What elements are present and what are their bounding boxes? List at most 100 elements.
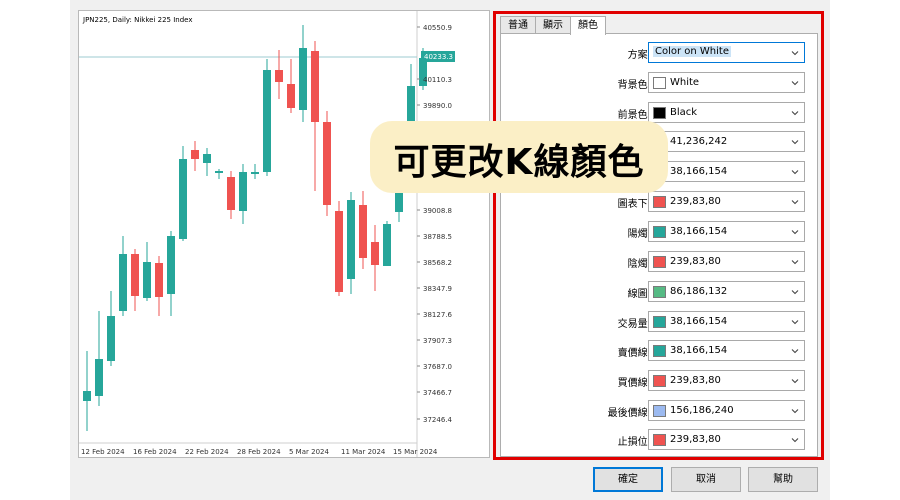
select-value: 86,186,132 <box>670 286 728 297</box>
date-tick-label: 15 Mar 2024 <box>393 448 438 456</box>
select-value: 38,166,154 <box>670 226 728 237</box>
price-chart[interactable]: JPN225, Daily: Nikkei 225 Index 40550.9 4… <box>78 10 490 458</box>
select-value: 38,166,154 <box>670 345 728 356</box>
current-price-tag-text: 40233.3 <box>424 53 453 61</box>
date-axis: 12 Feb 2024 16 Feb 2024 22 Feb 2024 28 Feb … <box>81 448 438 456</box>
bar-down-color-select[interactable]: 239,83,80 <box>648 191 805 212</box>
setting-row-last-price-line: 最後價線: 156,186,240 <box>501 400 819 422</box>
setting-row-volume: 交易量: 38,166,154 <box>501 311 819 333</box>
ok-button[interactable]: 確定 <box>593 467 663 492</box>
help-button[interactable]: 幫助 <box>748 467 818 492</box>
bear-candle <box>131 254 139 296</box>
scheme-select[interactable]: Color on White <box>648 42 805 63</box>
foreground-color-select[interactable]: Black <box>648 102 805 123</box>
select-value: Color on White <box>653 46 731 57</box>
background-color-select[interactable]: White <box>648 72 805 93</box>
color-swatch <box>653 286 666 298</box>
select-value: 239,83,80 <box>670 375 721 386</box>
price-tick-label: 37466.7 <box>423 389 452 397</box>
price-tick-label: 38788.5 <box>423 233 452 241</box>
price-tick-label: 38127.6 <box>423 311 452 319</box>
bull-candle <box>395 191 403 212</box>
chevron-down-icon <box>791 200 799 205</box>
chevron-down-icon <box>791 290 799 295</box>
select-value: 239,83,80 <box>670 434 721 445</box>
date-tick-label: 16 Feb 2024 <box>133 448 177 456</box>
color-swatch <box>653 434 666 446</box>
setting-label: 背景色: <box>617 80 651 91</box>
bid-line-color-select[interactable]: 38,166,154 <box>648 340 805 361</box>
date-tick-label: 11 Mar 2024 <box>341 448 386 456</box>
color-swatch <box>653 316 666 328</box>
color-swatch <box>653 405 666 417</box>
grid-color-select[interactable]: 41,236,242 <box>648 131 805 152</box>
tab-colors[interactable]: 顏色 <box>570 16 606 35</box>
date-tick-label: 28 Feb 2024 <box>237 448 281 456</box>
setting-label: 圖表下: <box>617 199 651 210</box>
setting-label: 最後價線: <box>607 408 651 419</box>
color-swatch <box>653 345 666 357</box>
color-swatch <box>653 226 666 238</box>
chart-title: JPN225, Daily: Nikkei 225 Index <box>82 16 193 24</box>
select-value: 239,83,80 <box>670 256 721 267</box>
bear-candle-color-select[interactable]: 239,83,80 <box>648 251 805 272</box>
bear-candle <box>275 70 283 82</box>
color-swatch <box>653 375 666 387</box>
candles-group <box>83 25 427 431</box>
bull-candle <box>143 262 151 298</box>
setting-label: 交易量: <box>617 319 651 330</box>
chevron-down-icon <box>791 140 799 145</box>
bull-candle <box>215 171 223 173</box>
bull-candle <box>347 200 355 279</box>
date-tick-label: 12 Feb 2024 <box>81 448 125 456</box>
bull-candle <box>383 224 391 266</box>
chevron-down-icon <box>791 260 799 265</box>
cancel-button[interactable]: 取消 <box>671 467 741 492</box>
select-value: 41,236,242 <box>670 136 728 147</box>
bear-candle <box>227 177 235 210</box>
bear-candle <box>191 150 199 159</box>
chevron-down-icon <box>791 379 799 384</box>
date-tick-label: 5 Mar 2024 <box>289 448 329 456</box>
tab-show[interactable]: 顯示 <box>535 16 571 34</box>
bear-candle <box>287 84 295 108</box>
bar-up-color-select[interactable]: 38,166,154 <box>648 161 805 182</box>
color-swatch <box>653 256 666 268</box>
price-tick-label: 37246.4 <box>423 416 452 424</box>
ask-line-color-select[interactable]: 239,83,80 <box>648 370 805 391</box>
bear-candle <box>155 263 163 297</box>
bull-candle <box>95 359 103 396</box>
bull-candle <box>167 236 175 294</box>
bull-candle <box>239 172 247 211</box>
bull-candle-color-select[interactable]: 38,166,154 <box>648 221 805 242</box>
select-value: 38,166,154 <box>670 166 728 177</box>
setting-label: 買價線: <box>617 378 651 389</box>
bear-candle <box>359 205 367 258</box>
bull-candle <box>179 159 187 239</box>
chevron-down-icon <box>791 230 799 235</box>
screenshot-stage: JPN225, Daily: Nikkei 225 Index 40550.9 4… <box>0 0 900 500</box>
setting-row-ask-line: 買價線: 239,83,80 <box>501 370 819 392</box>
setting-row-bar-down: 圖表下: 239,83,80 <box>501 191 819 213</box>
chevron-down-icon <box>791 409 799 414</box>
caption-text: 可更改K線顏色 <box>393 142 645 183</box>
price-tick-label: 38347.9 <box>423 285 452 293</box>
color-swatch <box>653 77 666 89</box>
chevron-down-icon <box>791 438 799 443</box>
stop-level-color-select[interactable]: 239,83,80 <box>648 429 805 450</box>
last-price-line-color-select[interactable]: 156,186,240 <box>648 400 805 421</box>
setting-label: 前景色: <box>617 110 651 121</box>
bull-candle <box>299 48 307 110</box>
tab-common[interactable]: 普通 <box>500 16 536 34</box>
candlestick-chart-svg: JPN225, Daily: Nikkei 225 Index 40550.9 4… <box>79 11 455 457</box>
select-value: 156,186,240 <box>670 405 734 416</box>
line-chart-color-select[interactable]: 86,186,132 <box>648 281 805 302</box>
bear-candle <box>371 242 379 265</box>
bull-candle <box>263 70 271 172</box>
chevron-down-icon <box>791 170 799 175</box>
volume-color-select[interactable]: 38,166,154 <box>648 311 805 332</box>
color-settings-panel: 普通 顯示 顏色 方案: Color on White 背景色: White 前… <box>493 11 824 460</box>
bull-candle <box>83 391 91 401</box>
bear-candle <box>311 51 319 122</box>
date-tick-label: 22 Feb 2024 <box>185 448 229 456</box>
